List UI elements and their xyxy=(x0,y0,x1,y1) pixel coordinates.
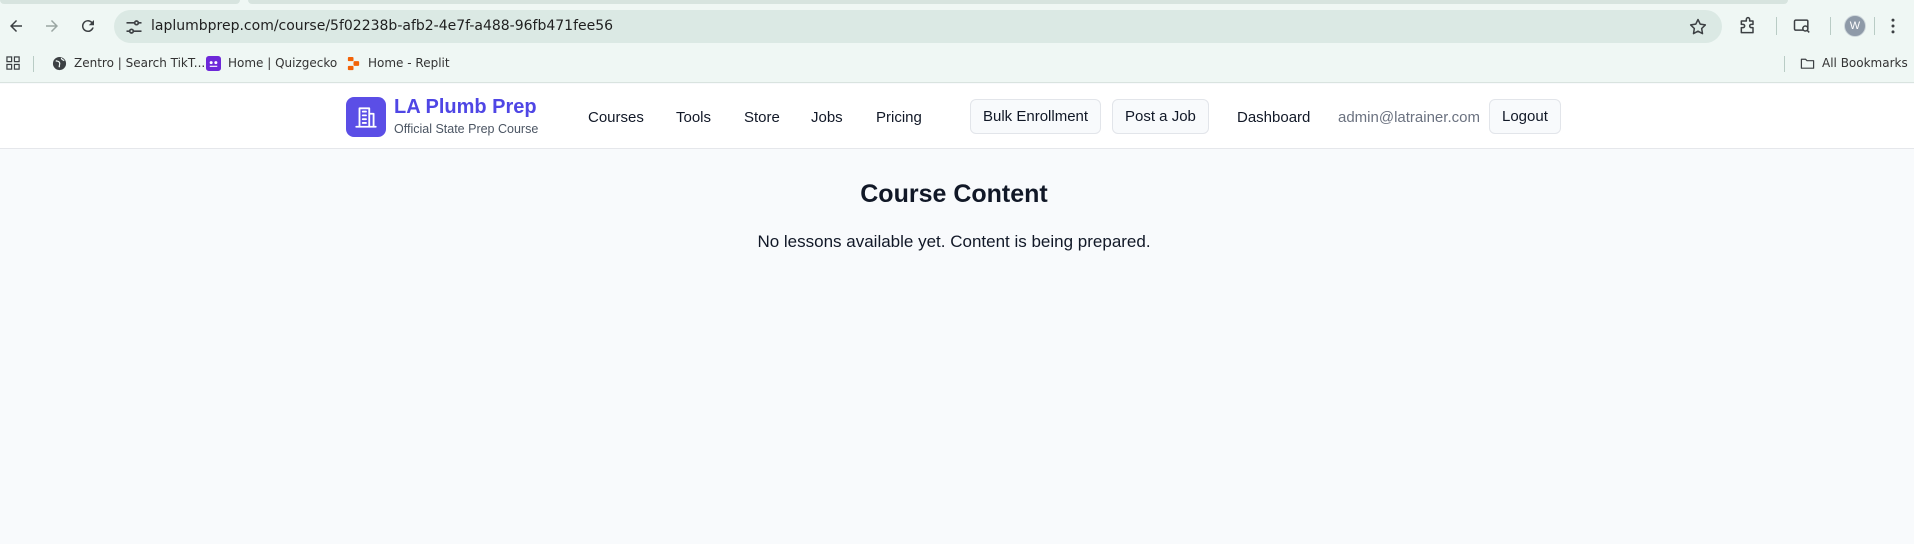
empty-state-message: No lessons available yet. Content is bei… xyxy=(757,232,1151,251)
browser-menu-button[interactable] xyxy=(1880,13,1906,39)
toolbar-separator xyxy=(1776,17,1777,35)
bookmark-quizgecko[interactable]: Home | Quizgecko xyxy=(206,53,337,73)
back-button[interactable] xyxy=(2,12,30,40)
puzzle-icon xyxy=(1740,16,1754,34)
extensions-button[interactable] xyxy=(1735,13,1761,39)
bookmark-label: Home - Replit xyxy=(368,56,450,70)
all-bookmarks-label: All Bookmarks xyxy=(1822,56,1908,70)
logout-button[interactable]: Logout xyxy=(1489,99,1561,134)
post-job-button[interactable]: Post a Job xyxy=(1112,99,1209,134)
toolbar-separator xyxy=(1874,17,1875,35)
bookmark-label: Zentro | Search TikT... xyxy=(74,56,206,70)
arrow-right-icon xyxy=(46,20,58,32)
reload-icon xyxy=(81,20,94,33)
globe-icon xyxy=(52,56,67,70)
bookmarks-separator xyxy=(1784,56,1785,72)
apps-grid-icon xyxy=(6,55,20,70)
forward-button[interactable] xyxy=(38,12,66,40)
nav-dashboard[interactable]: Dashboard xyxy=(1237,109,1310,126)
nav-pricing[interactable]: Pricing xyxy=(876,109,922,126)
page-title: Course Content xyxy=(860,180,1048,208)
nav-jobs[interactable]: Jobs xyxy=(811,109,843,126)
nav-store[interactable]: Store xyxy=(744,109,780,126)
reload-button[interactable] xyxy=(74,12,102,40)
nav-tools[interactable]: Tools xyxy=(676,109,711,126)
site-header: LA Plumb Prep Official State Prep Course… xyxy=(0,84,1914,149)
address-bar[interactable]: laplumbprep.com/course/5f02238b-afb2-4e7… xyxy=(114,10,1722,43)
replit-icon xyxy=(347,56,360,70)
profile-avatar[interactable]: W xyxy=(1844,15,1866,37)
bookmark-zentro[interactable]: Zentro | Search TikT... xyxy=(52,53,205,73)
building-icon xyxy=(355,107,377,128)
brand-title[interactable]: LA Plumb Prep xyxy=(394,96,537,119)
site-settings-icon[interactable] xyxy=(124,17,144,37)
tab-strip xyxy=(0,0,1914,4)
bookmark-label: Home | Quizgecko xyxy=(228,56,338,70)
media-search-icon xyxy=(1793,19,1810,33)
more-vertical-icon xyxy=(1891,18,1895,34)
all-bookmarks-button[interactable]: All Bookmarks xyxy=(1800,53,1908,73)
bulk-enrollment-button[interactable]: Bulk Enrollment xyxy=(970,99,1102,134)
bookmark-star-icon[interactable] xyxy=(1688,17,1708,37)
user-email: admin@latrainer.com xyxy=(1338,109,1480,126)
arrow-left-icon xyxy=(10,20,22,32)
logo[interactable] xyxy=(346,97,386,137)
brand-subtitle: Official State Prep Course xyxy=(394,122,539,136)
browser-chrome: laplumbprep.com/course/5f02238b-afb2-4e7… xyxy=(0,0,1914,83)
url-text[interactable]: laplumbprep.com/course/5f02238b-afb2-4e7… xyxy=(151,18,613,34)
toolbar-separator xyxy=(1830,17,1831,35)
apps-button[interactable] xyxy=(6,53,21,73)
nav-courses[interactable]: Courses xyxy=(588,109,644,126)
bookmark-replit[interactable]: Home - Replit xyxy=(346,53,450,73)
tab-search-button[interactable] xyxy=(1789,13,1815,39)
quizgecko-icon xyxy=(206,55,221,71)
folder-icon xyxy=(1800,58,1815,69)
bookmarks-separator xyxy=(33,56,34,72)
bookmarks-bar: Zentro | Search TikT... Home | Quizgecko… xyxy=(0,50,1914,76)
